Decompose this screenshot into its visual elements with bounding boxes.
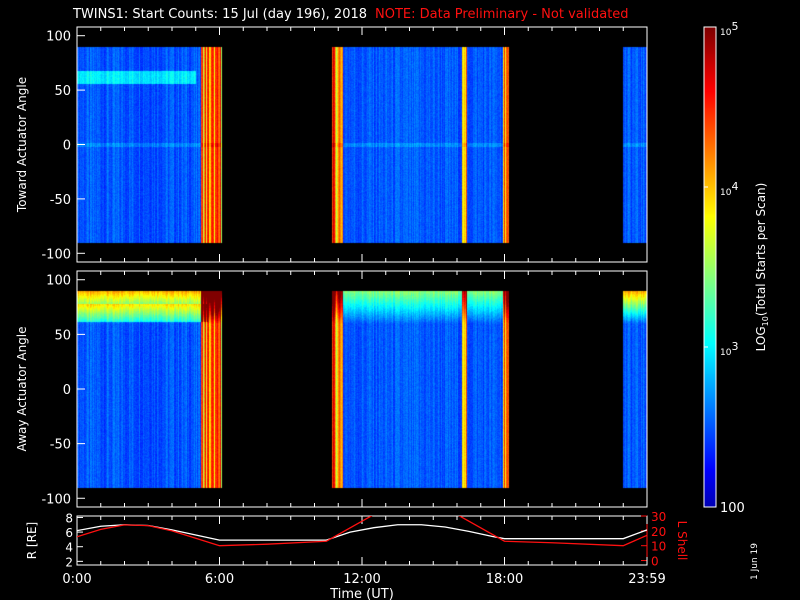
lshell-axis-label: L Shell: [675, 521, 689, 561]
twins-start-counts-plot: TWINS1: Start Counts: 15 Jul (day 196), …: [0, 0, 800, 600]
colorbar-label: LOG10(Total Starts per Scan): [754, 183, 770, 352]
toward-ytick-label: -50: [50, 193, 71, 208]
axes-layer: 100500-50-100Toward Actuator Angle100500…: [15, 20, 770, 600]
r-ytick-label: 2: [65, 555, 73, 569]
r-ytick-label: 8: [65, 511, 73, 525]
toward-ytick-label: 0: [63, 139, 71, 154]
colorbar-tick-label: 105: [720, 20, 738, 38]
time-tick-label: 18:00: [486, 572, 523, 587]
lshell-ytick-label: 10: [651, 540, 666, 554]
away-panel-frame: [76, 270, 648, 508]
time-tick-label: 12:00: [343, 572, 380, 587]
r-ytick-label: 6: [65, 526, 73, 540]
away-ytick-label: 0: [63, 383, 71, 398]
toward-panel-frame: [76, 26, 648, 263]
colorbar-frame: [703, 26, 717, 508]
r-axis-label: R [RE]: [25, 522, 39, 559]
away-ytick-label: 50: [54, 328, 71, 343]
colorbar-tick-label: 100: [720, 501, 745, 516]
toward-ytick-label: 50: [54, 84, 71, 99]
lshell-ytick-label: 20: [651, 525, 666, 539]
time-axis-label: Time (UT): [329, 587, 394, 600]
time-tick-label: 23:59: [628, 572, 665, 587]
r-ytick-label: 4: [65, 541, 73, 555]
lshell-ytick-label: 0: [651, 555, 659, 569]
away-ylabel: Away Actuator Angle: [15, 326, 29, 451]
away-ytick-label: -50: [50, 438, 71, 453]
toward-ylabel: Toward Actuator Angle: [15, 77, 29, 213]
toward-ytick-label: -100: [41, 247, 71, 262]
colorbar-tick-label: 104: [720, 180, 738, 198]
time-tick-label: 0:00: [62, 572, 91, 587]
away-ytick-label: -100: [41, 492, 71, 507]
lshell-ytick-label: 30: [651, 510, 666, 524]
away-ytick-label: 100: [46, 274, 71, 289]
colorbar-tick-label: 103: [720, 340, 738, 358]
toward-ytick-label: 100: [46, 30, 71, 45]
r-line: [77, 524, 647, 541]
time-tick-label: 6:00: [205, 572, 234, 587]
footer-date: 1 Jun 19: [750, 543, 760, 580]
